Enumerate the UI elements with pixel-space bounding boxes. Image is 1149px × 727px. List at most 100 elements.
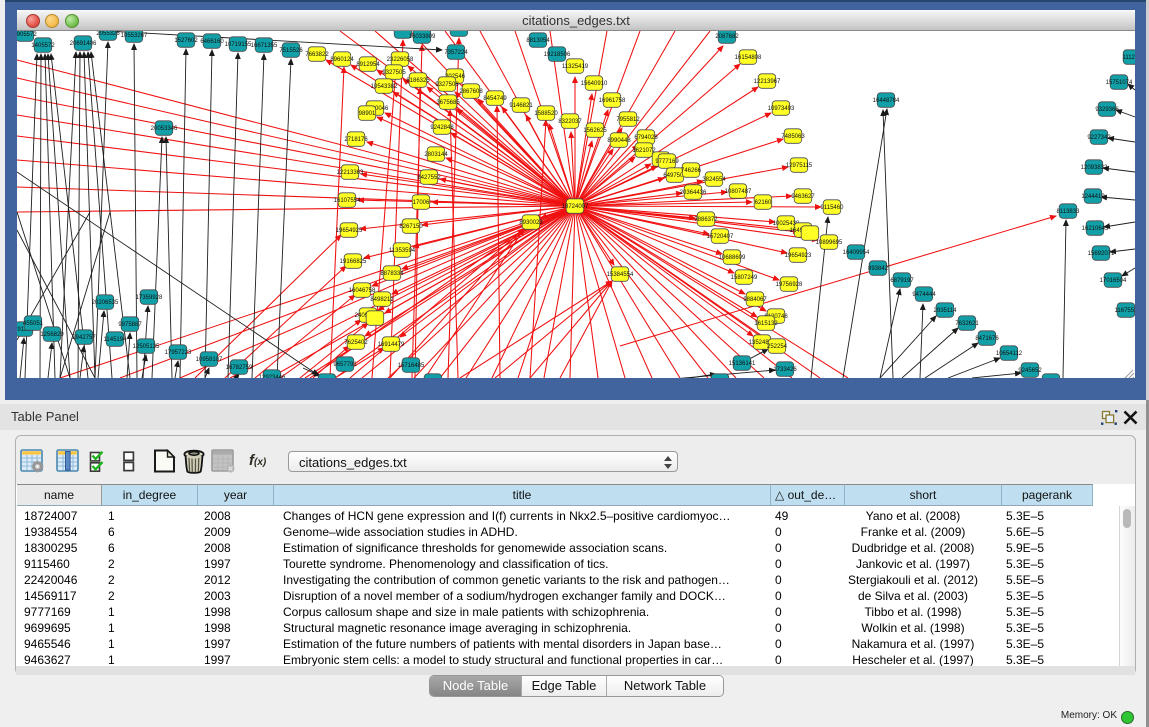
svg-text:8113833: 8113833 — [1057, 209, 1081, 215]
svg-text:19654923: 19654923 — [785, 253, 812, 259]
svg-text:8267150: 8267150 — [399, 224, 423, 230]
svg-text:10719155: 10719155 — [225, 42, 252, 48]
svg-text:12975115: 12975115 — [786, 163, 813, 169]
svg-text:20053346: 20053346 — [151, 126, 178, 132]
svg-text:8990448: 8990448 — [607, 138, 631, 144]
svg-text:9463627: 9463627 — [791, 194, 815, 200]
svg-text:12213363: 12213363 — [337, 170, 364, 176]
svg-text:7485063: 7485063 — [781, 134, 805, 140]
svg-text:8427552: 8427552 — [417, 175, 441, 181]
svg-text:17006: 17006 — [413, 200, 430, 206]
svg-text:2935114: 2935114 — [934, 308, 958, 314]
svg-text:6466160: 6466160 — [200, 39, 224, 45]
svg-text:1256829: 1256829 — [40, 332, 64, 338]
svg-text:62160: 62160 — [755, 200, 772, 206]
svg-text:8322037: 8322037 — [558, 119, 582, 125]
svg-text:8960124: 8960124 — [330, 57, 354, 63]
svg-text:9245652: 9245652 — [1018, 368, 1042, 374]
svg-text:15384554: 15384554 — [607, 272, 634, 278]
svg-text:9115460: 9115460 — [821, 205, 845, 211]
svg-text:16210643: 16210643 — [1082, 226, 1109, 232]
svg-text:15692071: 15692071 — [1088, 251, 1115, 257]
svg-text:18724007: 18724007 — [562, 204, 589, 210]
svg-text:11325419: 11325419 — [562, 64, 589, 70]
svg-text:12093832: 12093832 — [1081, 165, 1108, 171]
svg-text:9227342: 9227342 — [1087, 135, 1111, 141]
svg-text:10654112: 10654112 — [996, 351, 1023, 357]
svg-text:7357224: 7357224 — [444, 50, 468, 56]
svg-text:15640910: 15640910 — [581, 81, 608, 87]
svg-text:1562625: 1562625 — [583, 128, 607, 134]
svg-text:1145194: 1145194 — [104, 337, 128, 343]
svg-text:8930023: 8930023 — [519, 220, 543, 226]
svg-text:8912954: 8912954 — [356, 62, 380, 68]
svg-text:98901: 98901 — [359, 111, 376, 117]
svg-text:19166825: 19166825 — [340, 259, 367, 265]
svg-text:10973493: 10973493 — [768, 106, 795, 112]
svg-text:2867608: 2867608 — [459, 89, 483, 95]
svg-text:1588520: 1588520 — [534, 111, 558, 117]
svg-text:16782759: 16782759 — [226, 365, 253, 371]
svg-text:10807487: 10807487 — [725, 189, 752, 195]
svg-text:11353594: 11353594 — [389, 248, 416, 254]
svg-text:9329366: 9329366 — [1095, 107, 1119, 113]
svg-text:1905572: 1905572 — [17, 32, 37, 38]
svg-text:19654925: 19654925 — [336, 228, 363, 234]
svg-text:12505135: 12505135 — [133, 344, 160, 350]
svg-text:2718176: 2718176 — [344, 137, 368, 143]
svg-text:9327508: 9327508 — [435, 82, 459, 88]
svg-text:7886372: 7886372 — [694, 217, 718, 223]
svg-text:8813054: 8813054 — [526, 38, 550, 44]
svg-text:8454749: 8454749 — [483, 96, 507, 102]
svg-text:893842: 893842 — [868, 266, 889, 272]
svg-text:10899695: 10899695 — [816, 240, 843, 246]
svg-text:20206535: 20206535 — [92, 300, 119, 306]
svg-text:8471676: 8471676 — [975, 336, 999, 342]
svg-text:3675685: 3675685 — [436, 100, 460, 106]
svg-text:1615132: 1615132 — [754, 321, 778, 327]
svg-text:7625402: 7625402 — [344, 340, 368, 346]
svg-text:6879197: 6879197 — [890, 278, 914, 284]
svg-text:1167553: 1167553 — [1115, 308, 1135, 314]
svg-text:1733426: 1733426 — [773, 367, 797, 373]
svg-text:19756928: 19756928 — [776, 282, 803, 288]
svg-text:9777169: 9777169 — [655, 159, 679, 165]
svg-text:252254: 252254 — [767, 344, 788, 350]
svg-text:17359928: 17359928 — [136, 295, 163, 301]
svg-text:23226058: 23226058 — [387, 57, 414, 63]
svg-text:455051: 455051 — [23, 321, 44, 327]
svg-text:16107554: 16107554 — [334, 198, 361, 204]
svg-text:2942757: 2942757 — [72, 335, 96, 341]
svg-text:15751074: 15751074 — [1106, 80, 1133, 86]
svg-text:16033809: 16033809 — [409, 34, 436, 40]
svg-text:1405572: 1405572 — [31, 43, 55, 49]
svg-text:20691406: 20691406 — [70, 41, 97, 47]
svg-text:10543382: 10543382 — [371, 84, 398, 90]
svg-text:16409954: 16409954 — [843, 250, 870, 256]
svg-text:111233: 111233 — [1122, 55, 1135, 61]
svg-text:1244419: 1244419 — [1081, 194, 1105, 200]
svg-text:17016504: 17016504 — [1100, 278, 1127, 284]
svg-text:15807249: 15807249 — [731, 275, 758, 281]
svg-text:8186325: 8186325 — [406, 78, 430, 84]
svg-text:15136141: 15136141 — [729, 361, 756, 367]
svg-text:10688609: 10688609 — [719, 255, 746, 261]
svg-text:7632621: 7632621 — [955, 321, 979, 327]
svg-text:746266: 746266 — [681, 168, 702, 174]
svg-text:15720407: 15720407 — [707, 234, 734, 240]
svg-text:16448784: 16448784 — [873, 98, 900, 104]
svg-text:7515526: 7515526 — [279, 48, 303, 54]
svg-text:3824554: 3824554 — [702, 177, 726, 183]
svg-text:10553267: 10553267 — [121, 33, 148, 39]
svg-text:6794028: 6794028 — [634, 135, 658, 141]
svg-text:1527602: 1527602 — [174, 38, 198, 44]
svg-text:7955812: 7955812 — [616, 117, 640, 123]
svg-text:9884067: 9884067 — [743, 297, 767, 303]
svg-text:15716485: 15716485 — [398, 363, 425, 369]
svg-text:12923446: 12923446 — [259, 375, 286, 378]
svg-text:16046758: 16046758 — [349, 288, 376, 294]
svg-text:20364436: 20364436 — [680, 190, 707, 196]
svg-text:7663822: 7663822 — [305, 52, 329, 58]
svg-text:16671355: 16671355 — [251, 43, 278, 49]
svg-text:9146821: 9146821 — [509, 103, 533, 109]
